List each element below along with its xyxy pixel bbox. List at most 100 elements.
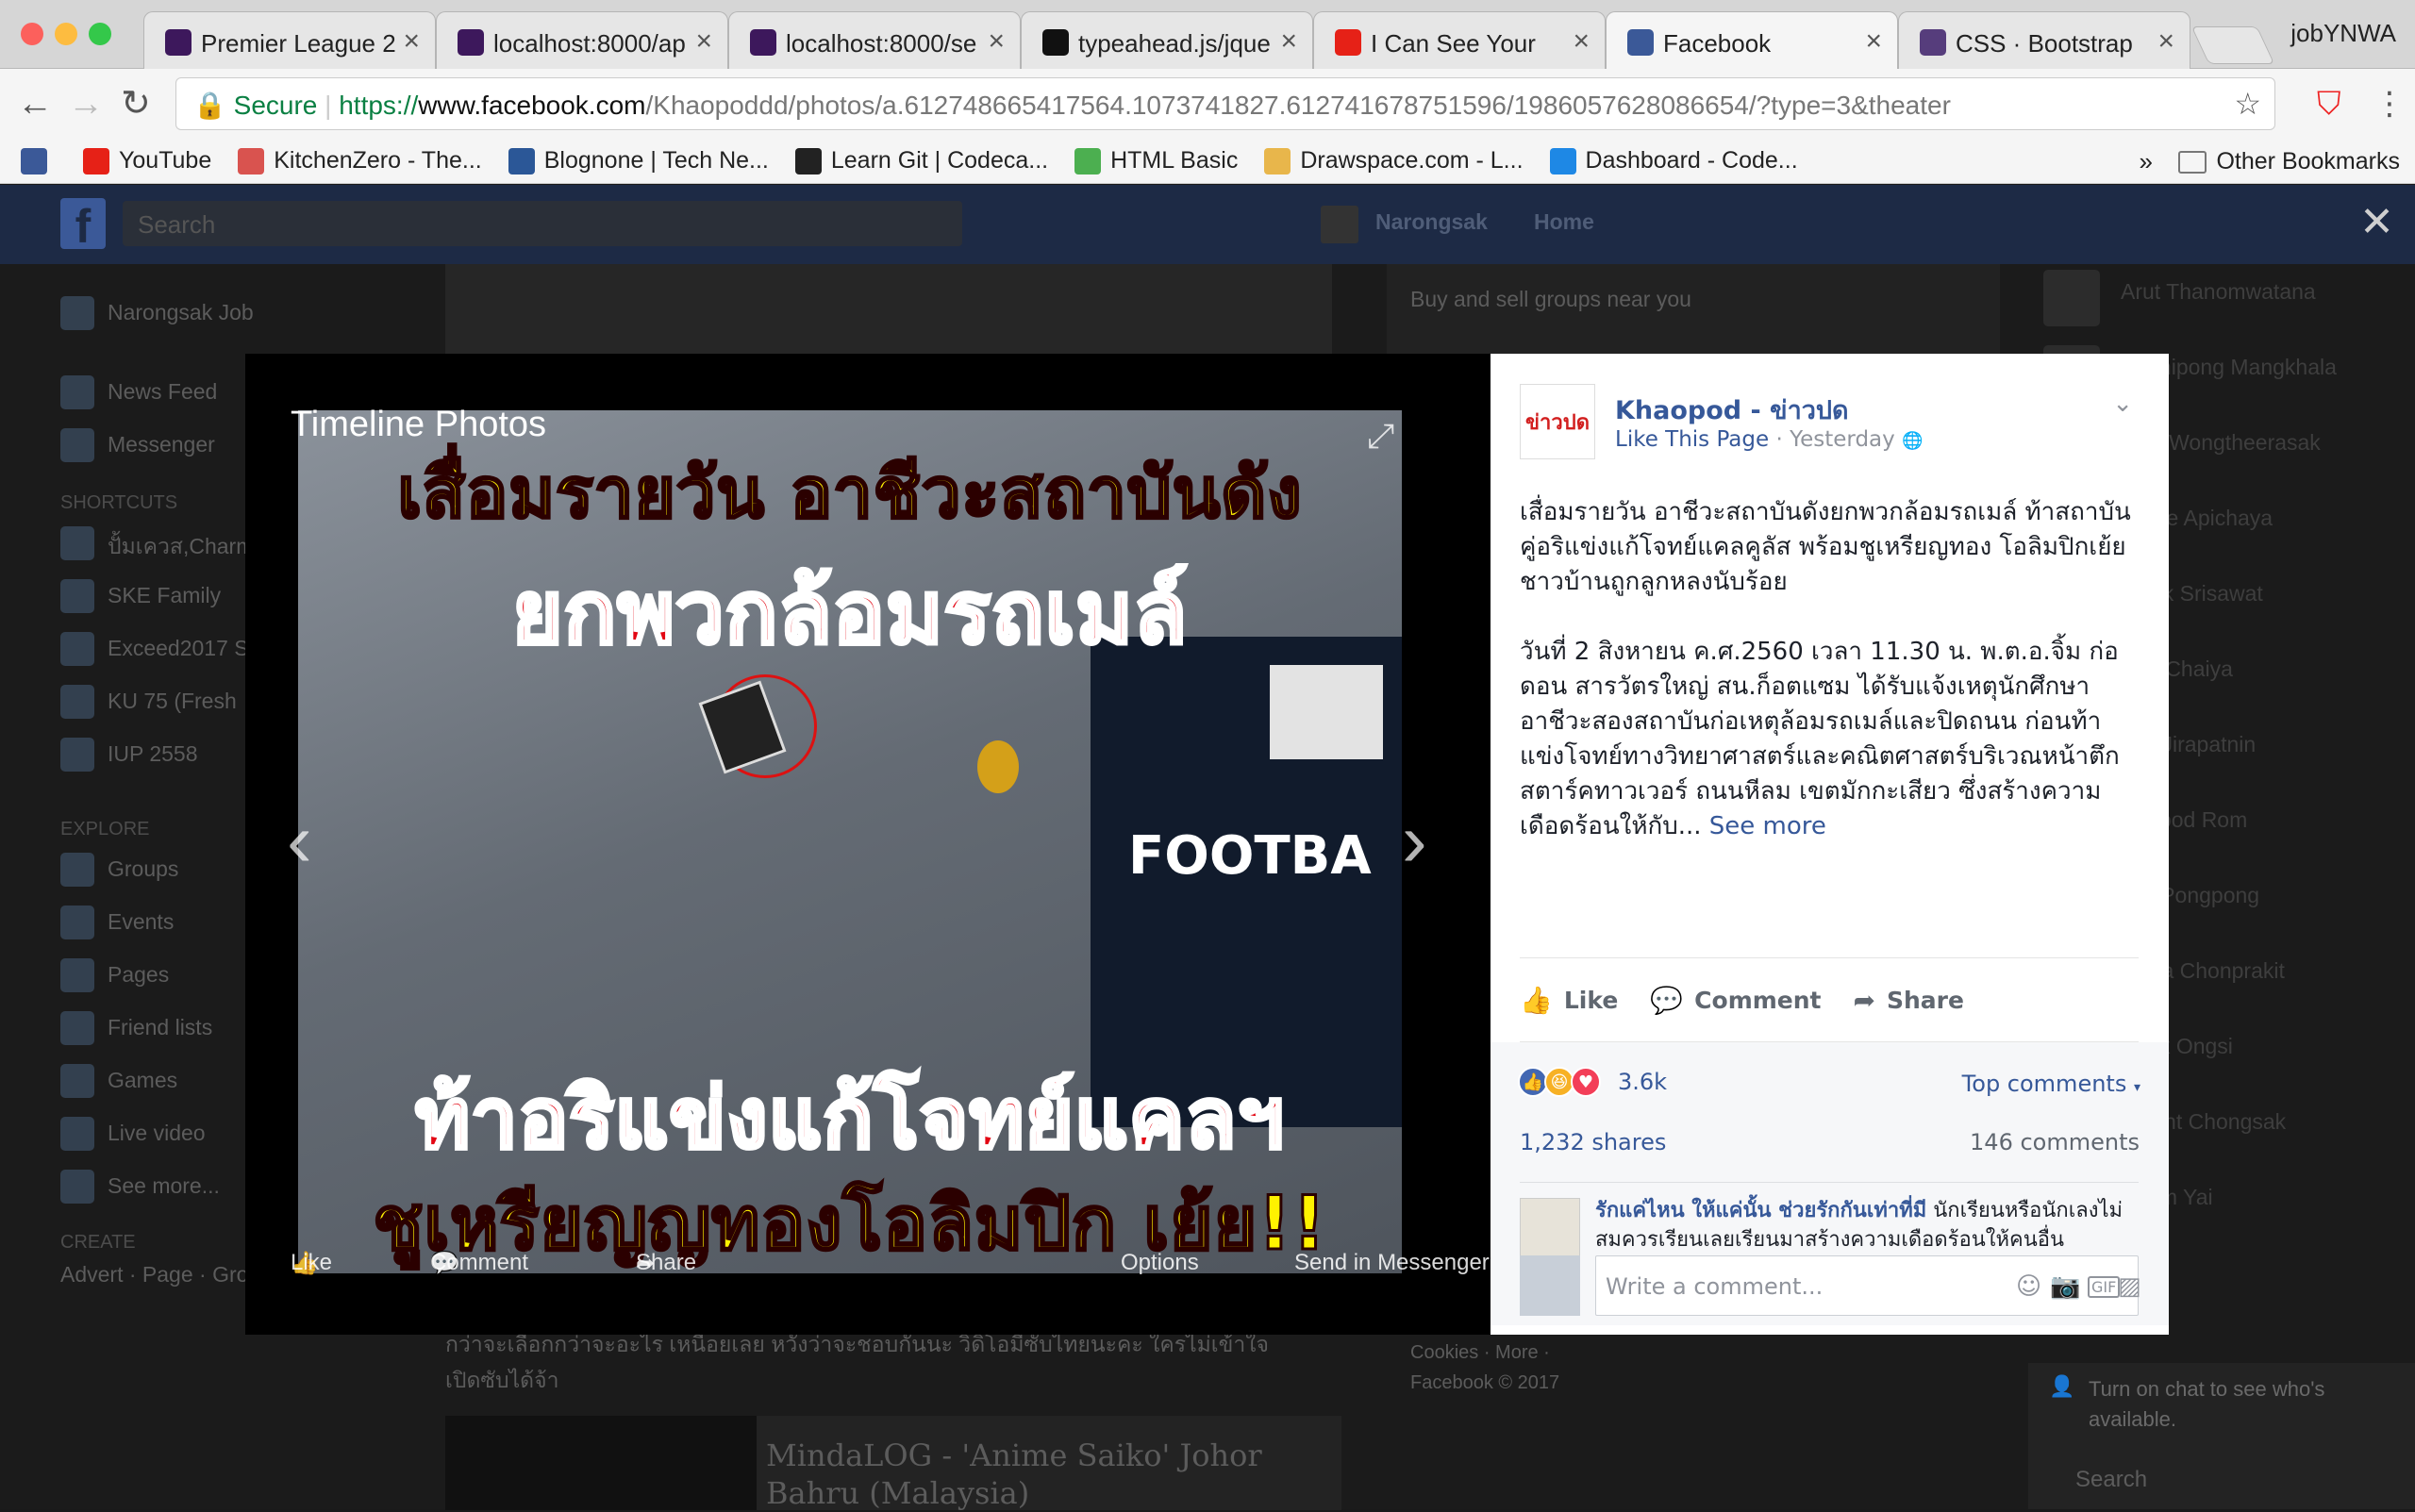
- browser-toolbar: ← → ↻ 🔒 Secure | https://www.facebook.co…: [0, 69, 2415, 139]
- explore-item[interactable]: Pages: [108, 962, 169, 988]
- contact-avatar[interactable]: [2043, 270, 2100, 326]
- expand-icon[interactable]: ⤢: [1367, 416, 1394, 457]
- reload-icon[interactable]: ↻: [121, 86, 151, 122]
- comment-button[interactable]: 💬 Comment: [1650, 985, 1821, 1016]
- close-tab-icon[interactable]: ×: [1865, 25, 1882, 58]
- premier-league-icon: [165, 29, 192, 56]
- close-tab-icon[interactable]: ×: [2157, 25, 2174, 58]
- tab-title: I Can See Your: [1371, 29, 1536, 58]
- camera-icon[interactable]: 📷: [2050, 1272, 2080, 1301]
- close-tab-icon[interactable]: ×: [695, 25, 712, 58]
- extension-shield-icon[interactable]: ⛉: [2317, 86, 2341, 122]
- page-avatar[interactable]: ข่าวปด: [1520, 384, 1595, 459]
- tab-2[interactable]: localhost:8000/se ×: [728, 11, 1021, 69]
- send-in-messenger-button[interactable]: Send in Messenger: [1294, 1250, 1490, 1276]
- bookmarks-overflow[interactable]: »: [2140, 147, 2153, 176]
- share-count[interactable]: 1,232 shares: [1520, 1129, 1666, 1155]
- other-bookmarks[interactable]: Other Bookmarks: [2178, 148, 2400, 175]
- bookmark-item[interactable]: YouTube: [83, 147, 211, 174]
- facebook-search-input[interactable]: Search: [123, 201, 962, 246]
- explore-item[interactable]: Friend lists: [108, 1015, 212, 1040]
- facebook-logo-icon[interactable]: f: [60, 198, 106, 253]
- create-links[interactable]: Advert · Page · Gro: [60, 1262, 248, 1288]
- chat-search-input[interactable]: Search: [2075, 1467, 2147, 1493]
- explore-item[interactable]: Live video: [108, 1121, 206, 1146]
- tab-3[interactable]: typeahead.js/jque ×: [1021, 11, 1313, 69]
- close-window-button[interactable]: [21, 23, 43, 45]
- close-tab-icon[interactable]: ×: [1280, 25, 1297, 58]
- gif-icon[interactable]: GIF: [2088, 1276, 2121, 1298]
- emoji-icon[interactable]: ☺: [2016, 1272, 2041, 1301]
- close-tab-icon[interactable]: ×: [988, 25, 1005, 58]
- home-link[interactable]: Home: [1534, 209, 1594, 235]
- nav-item-icon: [60, 579, 94, 613]
- bookmark-item[interactable]: Learn Git | Codeca...: [794, 147, 1049, 174]
- photo-theater: เสื่อมรายวัน อาชีวะสถาบันดัง ยกพวกล้อมรถ…: [245, 354, 1491, 1335]
- tab-1[interactable]: localhost:8000/ap ×: [436, 11, 728, 69]
- explore-item[interactable]: Groups: [108, 856, 178, 882]
- previous-photo-arrow[interactable]: ‹: [287, 797, 312, 884]
- explore-item[interactable]: Events: [108, 909, 174, 935]
- tab-5[interactable]: Facebook ×: [1606, 11, 1898, 70]
- chevron-down-icon[interactable]: ⌄: [2112, 390, 2133, 418]
- bookmark-item[interactable]: Blognone | Tech Ne...: [508, 147, 769, 174]
- contact-name[interactable]: Arut Thanomwatana: [2121, 279, 2316, 305]
- comment-item: รักแค่ไหน ให้แค่นั้น ช่วยรักกันเท่าที่มี…: [1520, 1182, 2139, 1258]
- like-this-page-link[interactable]: Like This Page: [1615, 427, 1769, 452]
- lightbox-options-button[interactable]: Options: [1121, 1250, 1199, 1276]
- reaction-count[interactable]: 3.6k: [1618, 1069, 1667, 1095]
- top-comments-label: Top comments: [1961, 1071, 2127, 1097]
- post-time[interactable]: Yesterday: [1790, 427, 1895, 452]
- shortcut-item[interactable]: IUP 2558: [108, 741, 197, 767]
- shortcut-item[interactable]: KU 75 (Fresh: [108, 689, 237, 714]
- explore-item[interactable]: See more...: [108, 1173, 220, 1199]
- user-name[interactable]: Narongsak: [1375, 209, 1488, 235]
- minimize-window-button[interactable]: [55, 23, 77, 45]
- tab-0[interactable]: Premier League 2 ×: [143, 11, 436, 69]
- love-reaction-icon[interactable]: ♥: [1571, 1067, 1601, 1097]
- tab-title: typeahead.js/jque: [1078, 29, 1271, 58]
- maximize-window-button[interactable]: [89, 23, 111, 45]
- bookmark-item[interactable]: HTML Basic: [1074, 147, 1238, 174]
- sticker-icon[interactable]: ▨: [2118, 1272, 2141, 1301]
- shortcut-item[interactable]: Exceed2017 S: [108, 636, 249, 661]
- back-arrow-icon[interactable]: ←: [17, 86, 53, 122]
- like-button[interactable]: 👍 Like: [1520, 985, 1618, 1016]
- nav-item-icon: [60, 375, 94, 409]
- share-button[interactable]: ➦ Share: [1854, 985, 1964, 1016]
- user-avatar[interactable]: [1321, 206, 1358, 243]
- tab-6[interactable]: CSS · Bootstrap ×: [1898, 11, 2190, 69]
- bookmark-item[interactable]: Dashboard - Code...: [1549, 147, 1798, 174]
- commenter-name[interactable]: รักแค่ไหน ให้แค่นั้น ช่วยรักกันเท่าที่มี: [1595, 1199, 1926, 1222]
- bookmark-label: Learn Git | Codeca...: [830, 147, 1049, 174]
- close-tab-icon[interactable]: ×: [1573, 25, 1590, 58]
- post-photo[interactable]: เสื่อมรายวัน อาชีวะสถาบันดัง ยกพวกล้อมรถ…: [298, 410, 1402, 1273]
- forward-arrow-icon[interactable]: →: [68, 86, 104, 122]
- new-tab-button[interactable]: [2190, 26, 2275, 64]
- close-lightbox-icon[interactable]: ✕: [2359, 198, 2394, 246]
- profile-name[interactable]: jobYNWA: [2290, 19, 2396, 48]
- bookmark-item[interactable]: Drawspace.com - L...: [1264, 147, 1524, 174]
- feed-shared-card[interactable]: MindaLOG - 'Anime Saiko' Johor Bahru (Ma…: [445, 1416, 1341, 1511]
- url-host: www.facebook.com: [418, 91, 646, 120]
- left-nav-item[interactable]: Narongsak Job: [108, 300, 254, 325]
- address-bar[interactable]: 🔒 Secure | https://www.facebook.com/Khao…: [175, 77, 2275, 130]
- next-photo-arrow[interactable]: ›: [1402, 797, 1427, 884]
- comment-count[interactable]: 146 comments: [1970, 1129, 2140, 1155]
- left-nav-item[interactable]: Messenger: [108, 432, 215, 457]
- shortcut-item[interactable]: ปั้มเควส,Charm: [108, 530, 254, 564]
- page-name-link[interactable]: Khaopod - ข่าวปด: [1615, 390, 1849, 430]
- close-tab-icon[interactable]: ×: [403, 25, 420, 58]
- explore-item[interactable]: Games: [108, 1068, 177, 1093]
- bookmark-star-icon[interactable]: ☆: [2234, 86, 2261, 122]
- chrome-menu-icon[interactable]: ⋮: [2373, 86, 2406, 122]
- tab-4[interactable]: I Can See Your ×: [1313, 11, 1606, 69]
- k-icon: [238, 147, 265, 174]
- see-more-link[interactable]: See more: [1709, 812, 1826, 840]
- bookmark-item[interactable]: KitchenZero - The...: [238, 147, 482, 174]
- shortcut-item[interactable]: SKE Family: [108, 583, 221, 608]
- left-nav-item[interactable]: News Feed: [108, 379, 217, 405]
- bookmark-item[interactable]: [21, 147, 57, 174]
- top-comments-dropdown[interactable]: Top comments ▾: [1962, 1071, 2140, 1097]
- tab-title: localhost:8000/ap: [493, 29, 686, 58]
